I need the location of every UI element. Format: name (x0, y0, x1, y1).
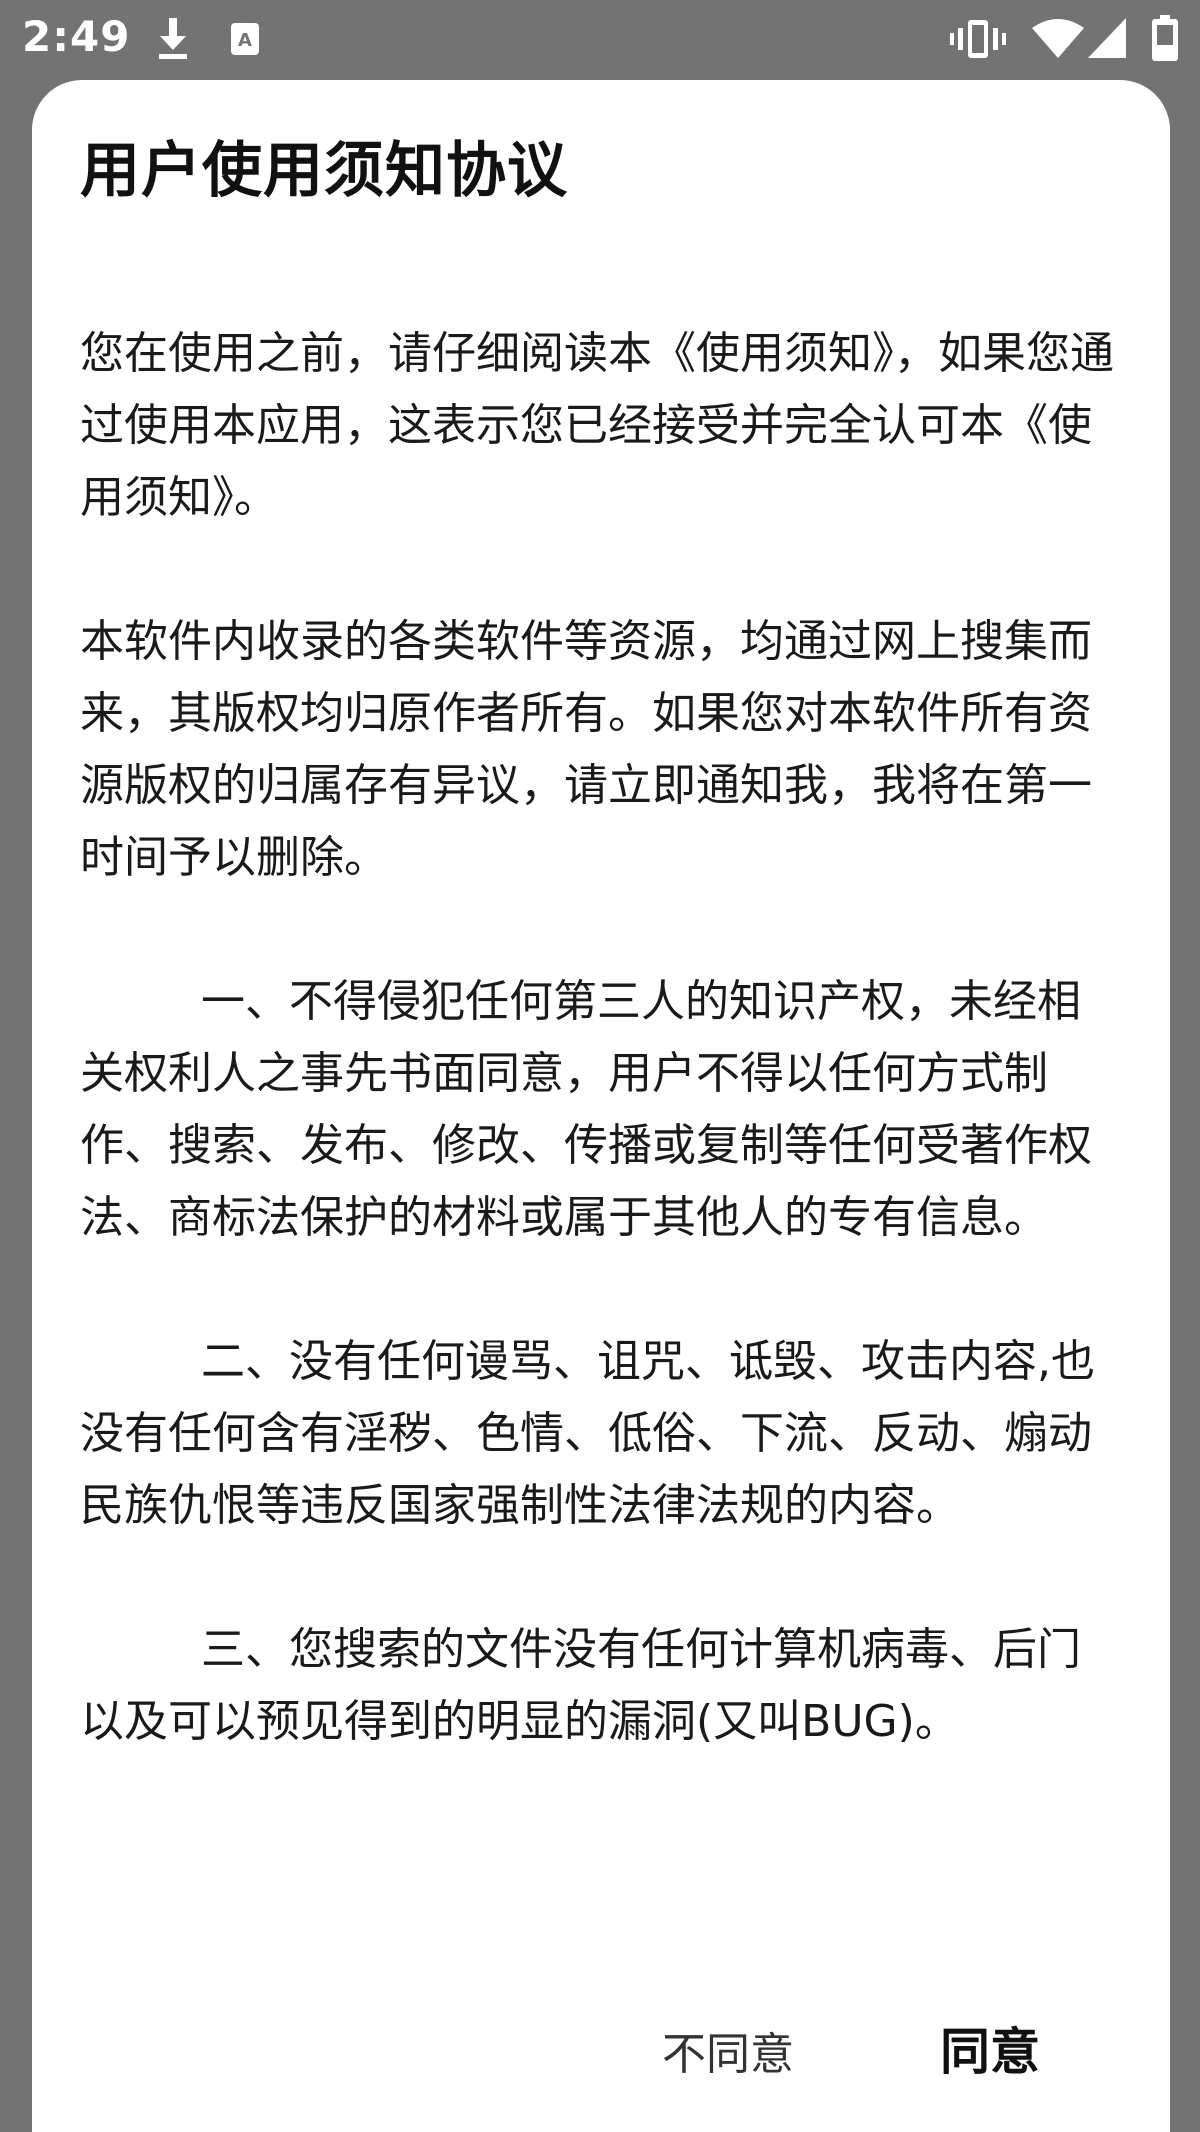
signal-icon (1088, 18, 1126, 58)
agreement-paragraph: 一、不得侵犯任何第三人的知识产权，未经相关权利人之事先书面同意，用户不得以任何方… (80, 976, 1092, 1243)
dialog-actions: 不同意 同意 (32, 1990, 1170, 2110)
svg-text:A: A (238, 30, 252, 51)
vibrate-icon (950, 20, 1006, 58)
agreement-paragraph: 本软件内收录的各类软件等资源，均通过网上搜集而来，其版权均归原作者所有。如果您对… (80, 616, 1092, 883)
wifi-icon (1032, 19, 1084, 58)
agreement-paragraph: 您在使用之前，请仔细阅读本《使用须知》，如果您通过使用本应用，这表示您已经接受并… (80, 328, 1114, 523)
status-bar: 2:49 A (0, 0, 1200, 78)
download-icon (159, 18, 187, 59)
agreement-content[interactable]: 您在使用之前，请仔细阅读本《使用须知》，如果您通过使用本应用，这表示您已经接受并… (80, 318, 1120, 1830)
app-notification-icon: A (231, 23, 259, 55)
agreement-paragraph: 三、您搜索的文件没有任何计算机病毒、后门以及可以预见得到的明显的漏洞(又叫BUG… (80, 1624, 1081, 1747)
agreement-dialog: 用户使用须知协议 您在使用之前，请仔细阅读本《使用须知》，如果您通过使用本应用，… (32, 80, 1170, 2132)
battery-icon (1152, 15, 1178, 61)
agree-button[interactable]: 同意 (940, 2012, 1040, 2084)
disagree-button[interactable]: 不同意 (662, 2018, 794, 2082)
agreement-paragraph: 二、没有任何谩骂、诅咒、诋毁、攻击内容,也没有任何含有淫秽、色情、低俗、下流、反… (80, 1336, 1095, 1531)
status-time: 2:49 (22, 12, 131, 61)
dialog-title: 用户使用须知协议 (80, 136, 568, 206)
